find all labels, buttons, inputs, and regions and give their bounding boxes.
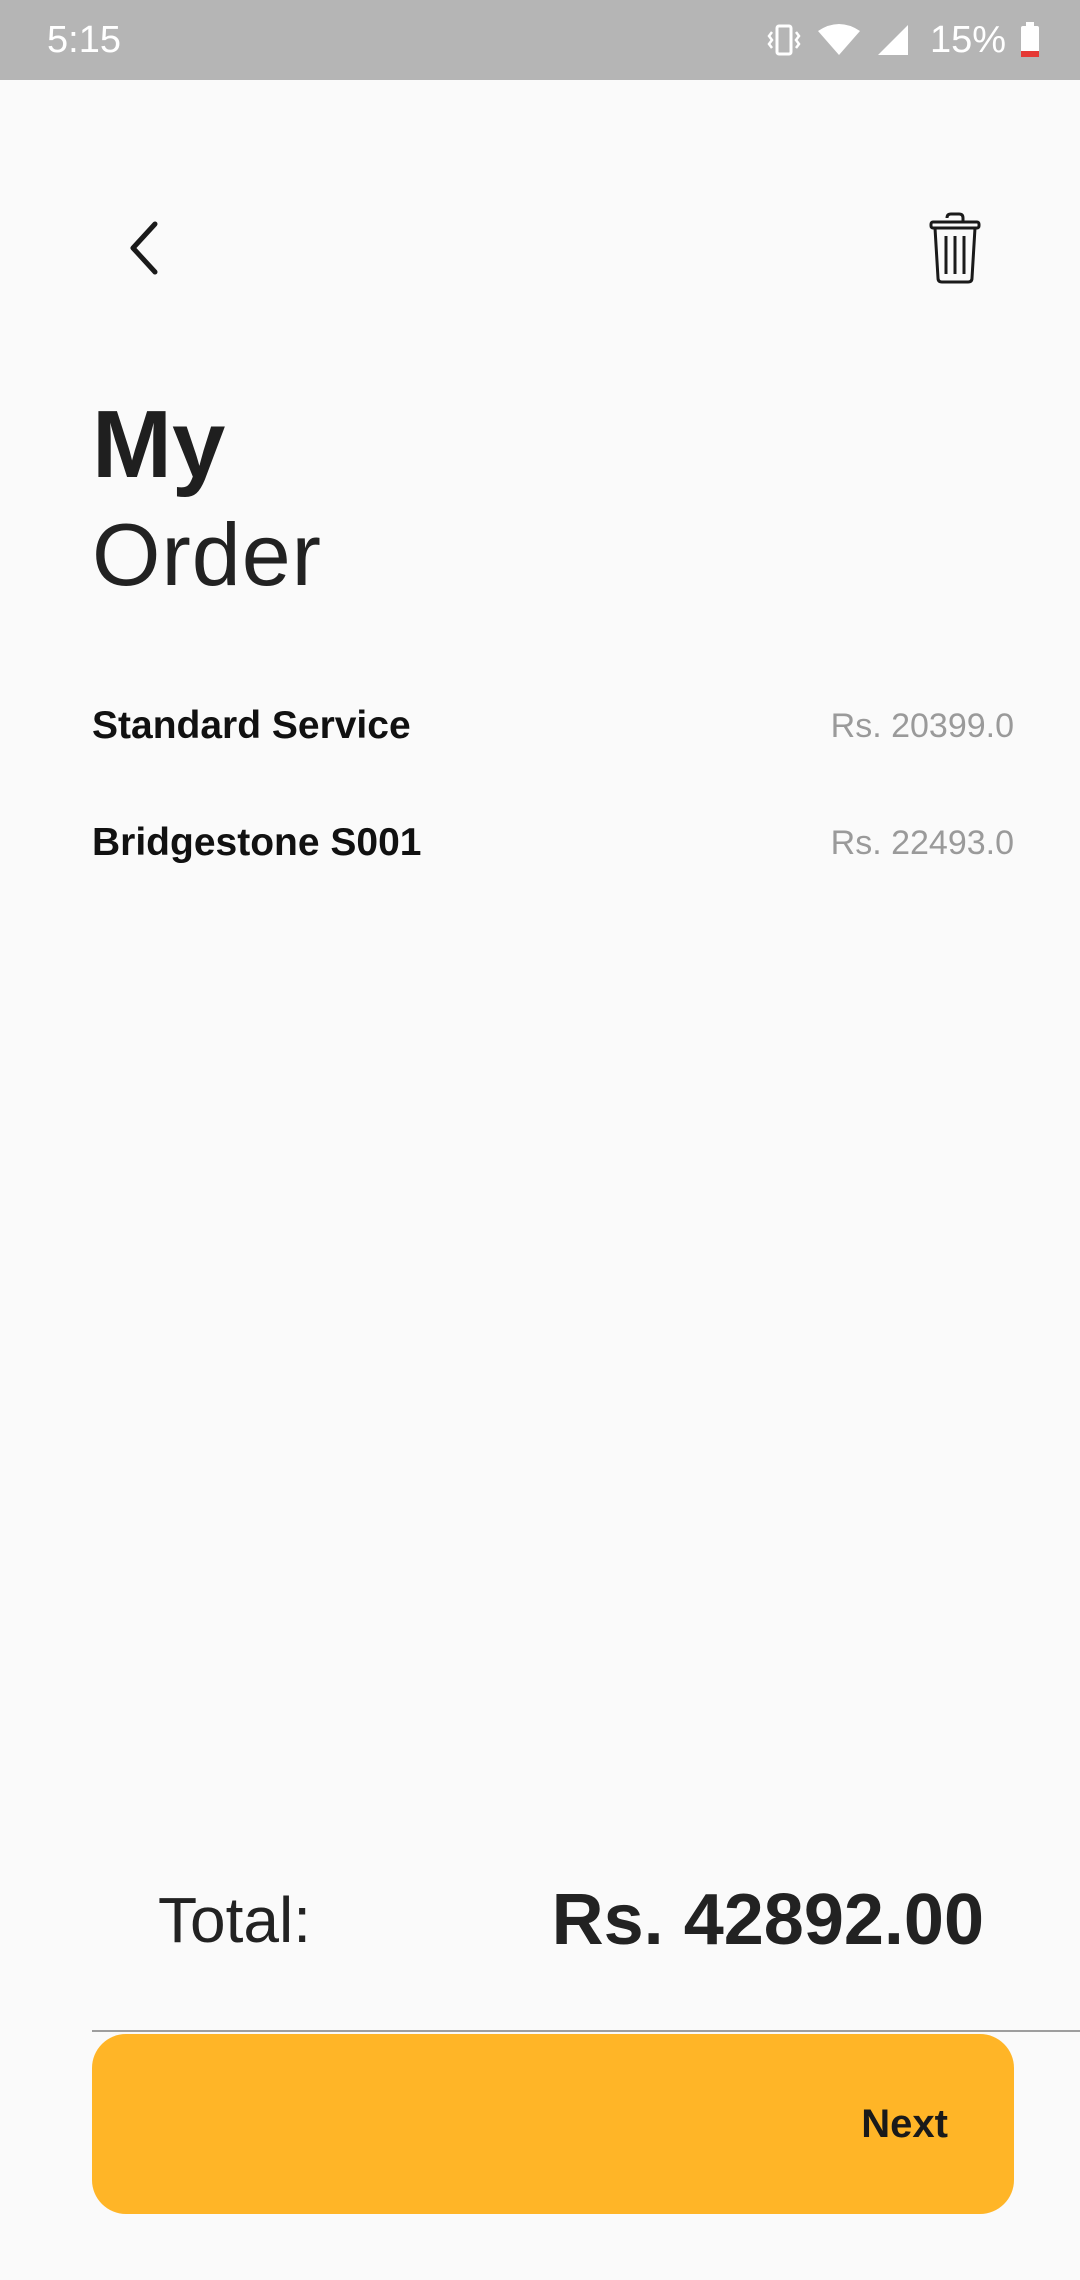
wifi-icon	[816, 23, 862, 57]
total-label: Total:	[158, 1884, 311, 1956]
next-button-label: Next	[861, 2102, 948, 2146]
page-title-bold: My	[92, 391, 226, 498]
page-title-light: Order	[92, 505, 322, 604]
back-button[interactable]	[110, 205, 180, 295]
signal-icon	[876, 23, 910, 57]
order-item-name: Standard Service	[92, 704, 411, 747]
order-item-list: Standard Service Rs. 20399.0 Bridgestone…	[92, 690, 1014, 924]
status-time: 5:15	[47, 19, 121, 61]
order-screen: 5:15 15% My Order Standard Service Rs. 2…	[0, 0, 1080, 2280]
order-item-name: Bridgestone S001	[92, 821, 422, 864]
battery-low-icon	[1020, 22, 1040, 58]
status-icons: 15%	[766, 14, 1040, 66]
chevron-left-icon	[125, 220, 165, 281]
order-item-price: Rs. 20399.0	[830, 706, 1014, 745]
order-item: Bridgestone S001 Rs. 22493.0	[92, 807, 1014, 879]
trash-icon	[929, 212, 981, 289]
order-item: Standard Service Rs. 20399.0	[92, 690, 1014, 762]
divider	[92, 2030, 1080, 2032]
delete-order-button[interactable]	[920, 205, 990, 295]
total-value: Rs. 42892.00	[551, 1880, 984, 1960]
battery-percent: 15%	[929, 19, 1006, 61]
next-button[interactable]: Next	[92, 2034, 1014, 2214]
order-item-price: Rs. 22493.0	[830, 823, 1014, 862]
status-bar: 5:15 15%	[0, 0, 1080, 80]
vibrate-icon	[766, 23, 802, 57]
